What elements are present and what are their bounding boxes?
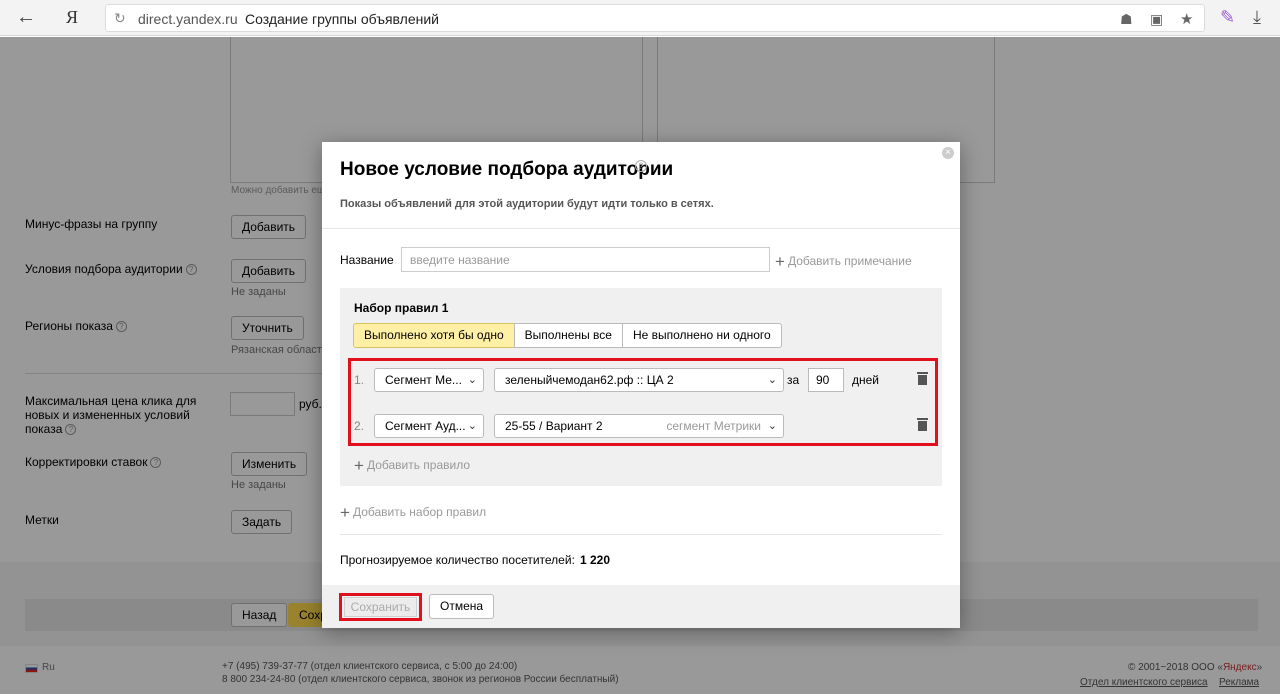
days-input[interactable]: 90 [808,368,844,392]
add-note-link[interactable]: + Добавить примечание [775,252,912,272]
name-label: Название [340,253,394,267]
dialog-footer: Сохранить Отмена [322,585,960,628]
rule-set: Набор правил 1 Выполнено хотя бы одно Вы… [340,288,942,486]
reload-icon[interactable]: ↻ [114,10,126,27]
download-icon[interactable]: ⤓ [1253,7,1261,28]
chevron-down-icon: ⌄ [767,420,777,432]
forecast-label: Прогнозируемое количество посетителей: [340,553,575,567]
segment-source: сегмент Метрики [666,419,761,433]
add-note-label: Добавить примечание [787,254,912,268]
plus-icon: + [340,503,350,522]
trash-icon[interactable] [917,372,928,385]
add-rule-label: Добавить правило [366,458,471,472]
segment-select[interactable]: 25-55 / Вариант 2 сегмент Метрики ⌄ [494,414,784,438]
tab-all[interactable]: Выполнены все [513,323,623,348]
plus-icon: + [354,456,364,475]
segment-select[interactable]: зеленыйчемодан62.рф :: ЦА 2 ⌄ [494,368,784,392]
rule-mode-tabs: Выполнено хотя бы одно Выполнены все Не … [353,323,782,348]
add-rule-set-label: Добавить набор правил [352,505,487,519]
rule-type-select[interactable]: Сегмент Ме... ⌄ [374,368,484,392]
chevron-down-icon: ⌄ [467,374,477,386]
rule-type-value: Сегмент Ме... [385,373,462,387]
browser-toolbar: ← Я ↻ direct.yandex.ru Создание группы о… [0,0,1280,36]
segment-value: 25-55 / Вариант 2 [505,419,603,433]
address-page-title: Создание группы объявлений [245,11,439,27]
tab-any[interactable]: Выполнено хотя бы одно [353,323,515,348]
address-bar[interactable]: ↻ direct.yandex.ru Создание группы объяв… [105,4,1205,32]
plus-icon: + [775,252,785,271]
chevron-down-icon: ⌄ [467,420,477,432]
rule-set-title: Набор правил 1 [354,301,449,315]
pen-icon[interactable]: ✎ [1220,7,1235,28]
days-label: дней [852,373,880,387]
period-prefix: за [787,373,800,387]
divider [322,228,960,229]
forecast-value: 1 220 [580,553,611,567]
add-rule-set-link[interactable]: + Добавить набор правил [340,503,486,523]
trash-icon[interactable] [917,418,928,431]
rule-number: 2. [354,419,365,433]
segment-value: зеленыйчемодан62.рф :: ЦА 2 [505,373,674,387]
save-button[interactable]: Сохранить [344,597,417,617]
rule-number: 1. [354,373,365,387]
divider [340,534,942,535]
tab-none[interactable]: Не выполнено ни одного [621,323,782,348]
rules-highlight: 1. Сегмент Ме... ⌄ зеленыйчемодан62.рф ::… [348,358,938,446]
yandex-browser-logo[interactable]: Я [66,7,78,28]
dialog-title: Новое условие подбора аудитории [340,159,674,180]
reader-mode-icon[interactable]: ▣ [1150,11,1163,28]
arrow-left-icon[interactable]: ← [14,6,38,30]
cancel-button[interactable]: Отмена [429,594,495,619]
help-icon[interactable]: ? [635,160,647,172]
bookmark-star-icon[interactable]: ★ [1180,10,1193,28]
rule-type-select[interactable]: Сегмент Ауд... ⌄ [374,414,484,438]
close-icon[interactable]: × [942,147,954,159]
name-input[interactable] [401,247,770,272]
rule-row: 1. Сегмент Ме... ⌄ зеленыйчемодан62.рф ::… [351,368,935,392]
chevron-down-icon: ⌄ [767,374,777,386]
dialog-description: Показы объявлений для этой аудитории буд… [340,198,714,210]
save-highlight: Сохранить [339,593,422,621]
audience-condition-dialog: × Новое условие подбора аудитории ? Пока… [322,142,960,628]
extension-icon[interactable]: ☗ [1120,11,1133,28]
rule-row: 2. Сегмент Ауд... ⌄ 25-55 / Вариант 2 сегм… [351,414,935,438]
address-domain: direct.yandex.ru [138,11,238,27]
add-rule-link[interactable]: + Добавить правило [354,456,470,476]
rule-type-value: Сегмент Ауд... [385,419,466,433]
